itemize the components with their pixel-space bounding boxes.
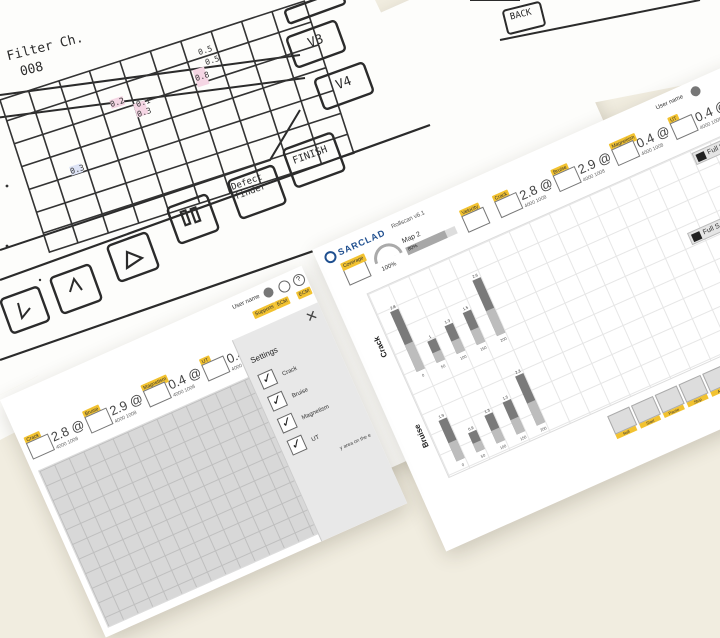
chart-tick-label: 0 bbox=[421, 372, 426, 378]
left-top-tab[interactable]: ECM bbox=[273, 295, 291, 310]
checkbox-icon[interactable]: ✓ bbox=[257, 368, 279, 390]
chart-tick-label: 100 bbox=[499, 443, 508, 451]
chart-tick-label: 50 bbox=[480, 452, 487, 459]
checkbox-icon[interactable]: ✓ bbox=[266, 390, 289, 412]
left-top-tab[interactable]: ECM bbox=[295, 286, 313, 300]
chart-tick-label: 150 bbox=[479, 344, 488, 352]
gauge-percent: 100% bbox=[381, 261, 398, 273]
checkbox-icon[interactable]: ✓ bbox=[286, 434, 308, 456]
chart-bar-lower bbox=[470, 327, 486, 346]
chart-bar-lower bbox=[448, 439, 465, 462]
chart-tick-label: 0 bbox=[461, 462, 466, 468]
checkbox-icon[interactable]: ✓ bbox=[276, 412, 298, 434]
settings-item-label: Magnetism bbox=[300, 404, 331, 422]
chart-data-label: 1.5 bbox=[502, 394, 510, 401]
settings-item[interactable]: ✓ UT bbox=[286, 426, 322, 456]
chart-data-label: 2.8 bbox=[389, 304, 397, 311]
chart-data-label: 2.6 bbox=[472, 272, 480, 279]
user-icon-left[interactable] bbox=[261, 285, 276, 300]
chart-data-label: 1.5 bbox=[462, 304, 470, 311]
user-name: User name bbox=[655, 94, 685, 112]
globe-icon[interactable] bbox=[276, 278, 293, 295]
chart-data-label: 2.3 bbox=[514, 368, 522, 375]
left-top-tab[interactable]: Supports bbox=[251, 302, 278, 320]
chart-bar-lower bbox=[510, 416, 526, 435]
user-icon[interactable] bbox=[688, 84, 703, 98]
settings-item-label: UT bbox=[310, 434, 321, 444]
settings-close-icon[interactable]: ✕ bbox=[303, 306, 321, 326]
chart-tick-label: 150 bbox=[519, 434, 528, 442]
chart-data-label: 1.9 bbox=[438, 412, 446, 419]
settings-title: Settings bbox=[249, 345, 280, 366]
chart-tick-label: 100 bbox=[459, 353, 468, 361]
settings-item-label: Crack bbox=[281, 365, 299, 378]
chart-bar-lower bbox=[527, 399, 546, 426]
chart-bar-lower bbox=[404, 341, 425, 372]
chart-data-label: 1.3 bbox=[444, 318, 452, 325]
chart-tick-label: 200 bbox=[539, 425, 548, 433]
chart-data-label: 1 bbox=[428, 334, 433, 340]
chart-bar-lower bbox=[485, 307, 506, 337]
chart-tick-label: 200 bbox=[499, 335, 508, 343]
logo-mark-icon bbox=[322, 249, 339, 266]
chart-tick-label: 50 bbox=[440, 363, 447, 370]
settings-note: y area on the e bbox=[339, 432, 372, 452]
app-version: Rollscan v6.1 bbox=[390, 210, 426, 231]
settings-item-label: Bruise bbox=[291, 387, 310, 400]
chart-data-label: 1.3 bbox=[484, 407, 492, 414]
chart-data-label: 0.9 bbox=[467, 425, 475, 432]
help-icon[interactable]: ? bbox=[291, 272, 307, 288]
